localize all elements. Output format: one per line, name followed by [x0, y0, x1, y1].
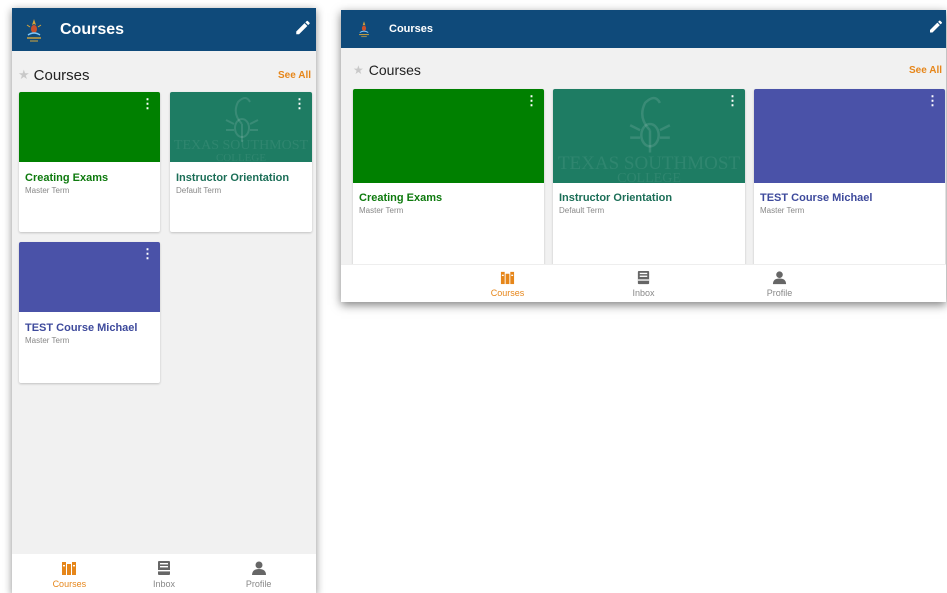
- course-banner: TEXAS SOUTHMOST COLLEGE ⋮: [553, 89, 745, 183]
- course-banner: ⋮: [754, 89, 945, 183]
- section-title: Courses: [33, 66, 90, 84]
- tablet-screen: Courses ★ Courses See All ⋮ Creating Exa…: [341, 10, 946, 302]
- course-title: TEST Course Michael: [25, 322, 138, 334]
- course-card-instructor-orientation[interactable]: TEXAS SOUTHMOST COLLEGE ⋮ Instructor Ori…: [170, 92, 312, 232]
- edit-button[interactable]: [928, 19, 944, 40]
- course-title: Instructor Orientation: [176, 172, 290, 184]
- course-card-test-course-michael[interactable]: ⋮ TEST Course Michael Master Term: [754, 89, 945, 279]
- edit-button[interactable]: [294, 18, 312, 41]
- course-title: Instructor Orientation: [559, 192, 673, 204]
- star-icon[interactable]: ★: [18, 67, 30, 83]
- inbox-icon: [637, 270, 650, 284]
- nav-label: Courses: [490, 287, 525, 298]
- course-title: TEST Course Michael: [760, 192, 873, 204]
- nav-courses[interactable]: Courses: [478, 265, 538, 302]
- course-term: Master Term: [359, 206, 404, 215]
- app-title: Courses: [389, 23, 434, 35]
- star-icon[interactable]: ★: [353, 63, 364, 77]
- nav-label: Courses: [52, 578, 87, 589]
- bottom-navigation: Courses Inbox Profile: [12, 554, 316, 593]
- nav-inbox[interactable]: Inbox: [134, 554, 194, 593]
- pencil-icon: [930, 20, 943, 33]
- inbox-icon: [157, 560, 170, 575]
- nav-courses[interactable]: Courses: [39, 554, 99, 593]
- course-banner: ⋮: [353, 89, 544, 183]
- books-icon: [500, 271, 515, 284]
- nav-label: Profile: [245, 578, 272, 589]
- nav-inbox[interactable]: Inbox: [614, 265, 674, 302]
- see-all-link[interactable]: See All: [909, 65, 942, 76]
- courses-section-header: ★ Courses See All: [12, 57, 316, 93]
- books-icon: [62, 561, 77, 575]
- courses-section-header: ★ Courses See All: [341, 52, 946, 88]
- more-options-icon[interactable]: ⋮: [141, 97, 154, 110]
- more-options-icon[interactable]: ⋮: [141, 247, 154, 260]
- app-title: Courses: [60, 20, 125, 38]
- course-banner: ⋮: [19, 92, 160, 162]
- nav-label: Profile: [766, 287, 793, 298]
- more-options-icon[interactable]: ⋮: [525, 94, 538, 107]
- nav-label: Inbox: [632, 287, 655, 298]
- more-options-icon[interactable]: ⋮: [293, 97, 306, 110]
- course-banner: TEXAS SOUTHMOST COLLEGE ⋮: [170, 92, 312, 162]
- nav-label: Inbox: [152, 578, 175, 589]
- course-card-instructor-orientation[interactable]: TEXAS SOUTHMOST COLLEGE ⋮ Instructor Ori…: [553, 89, 745, 279]
- course-card-creating-exams[interactable]: ⋮ Creating Exams Master Term: [353, 89, 544, 279]
- section-title: Courses: [368, 62, 421, 78]
- more-options-icon[interactable]: ⋮: [926, 94, 939, 107]
- phone-screen: Courses ★ Courses See All ⋮ Creating Exa…: [12, 8, 316, 593]
- course-term: Master Term: [25, 336, 70, 345]
- watermark-line-2: COLLEGE: [617, 171, 681, 183]
- nav-profile[interactable]: Profile: [229, 554, 289, 593]
- scorpion-watermark-icon: [629, 96, 671, 153]
- bottom-navigation: Courses Inbox Profile: [341, 264, 946, 302]
- course-card-test-course-michael[interactable]: ⋮ TEST Course Michael Master Term: [19, 242, 160, 383]
- see-all-link[interactable]: See All: [278, 70, 311, 81]
- person-icon: [772, 270, 787, 284]
- person-icon: [251, 561, 266, 575]
- college-seal-logo: [359, 21, 369, 38]
- college-seal-logo: [26, 18, 42, 41]
- course-term: Default Term: [559, 206, 605, 215]
- pencil-icon: [296, 20, 310, 34]
- course-card-creating-exams[interactable]: ⋮ Creating Exams Master Term: [19, 92, 160, 232]
- app-bar: Courses: [12, 8, 316, 51]
- course-banner: ⋮: [19, 242, 160, 312]
- more-options-icon[interactable]: ⋮: [726, 94, 739, 107]
- course-term: Master Term: [25, 186, 70, 195]
- scorpion-watermark-icon: [225, 97, 259, 142]
- course-title: Creating Exams: [359, 192, 443, 204]
- course-term: Master Term: [760, 206, 805, 215]
- app-bar: Courses: [341, 10, 946, 48]
- course-term: Default Term: [176, 186, 222, 195]
- nav-profile[interactable]: Profile: [750, 265, 810, 302]
- watermark-line-2: COLLEGE: [215, 152, 267, 162]
- course-title: Creating Exams: [25, 172, 109, 184]
